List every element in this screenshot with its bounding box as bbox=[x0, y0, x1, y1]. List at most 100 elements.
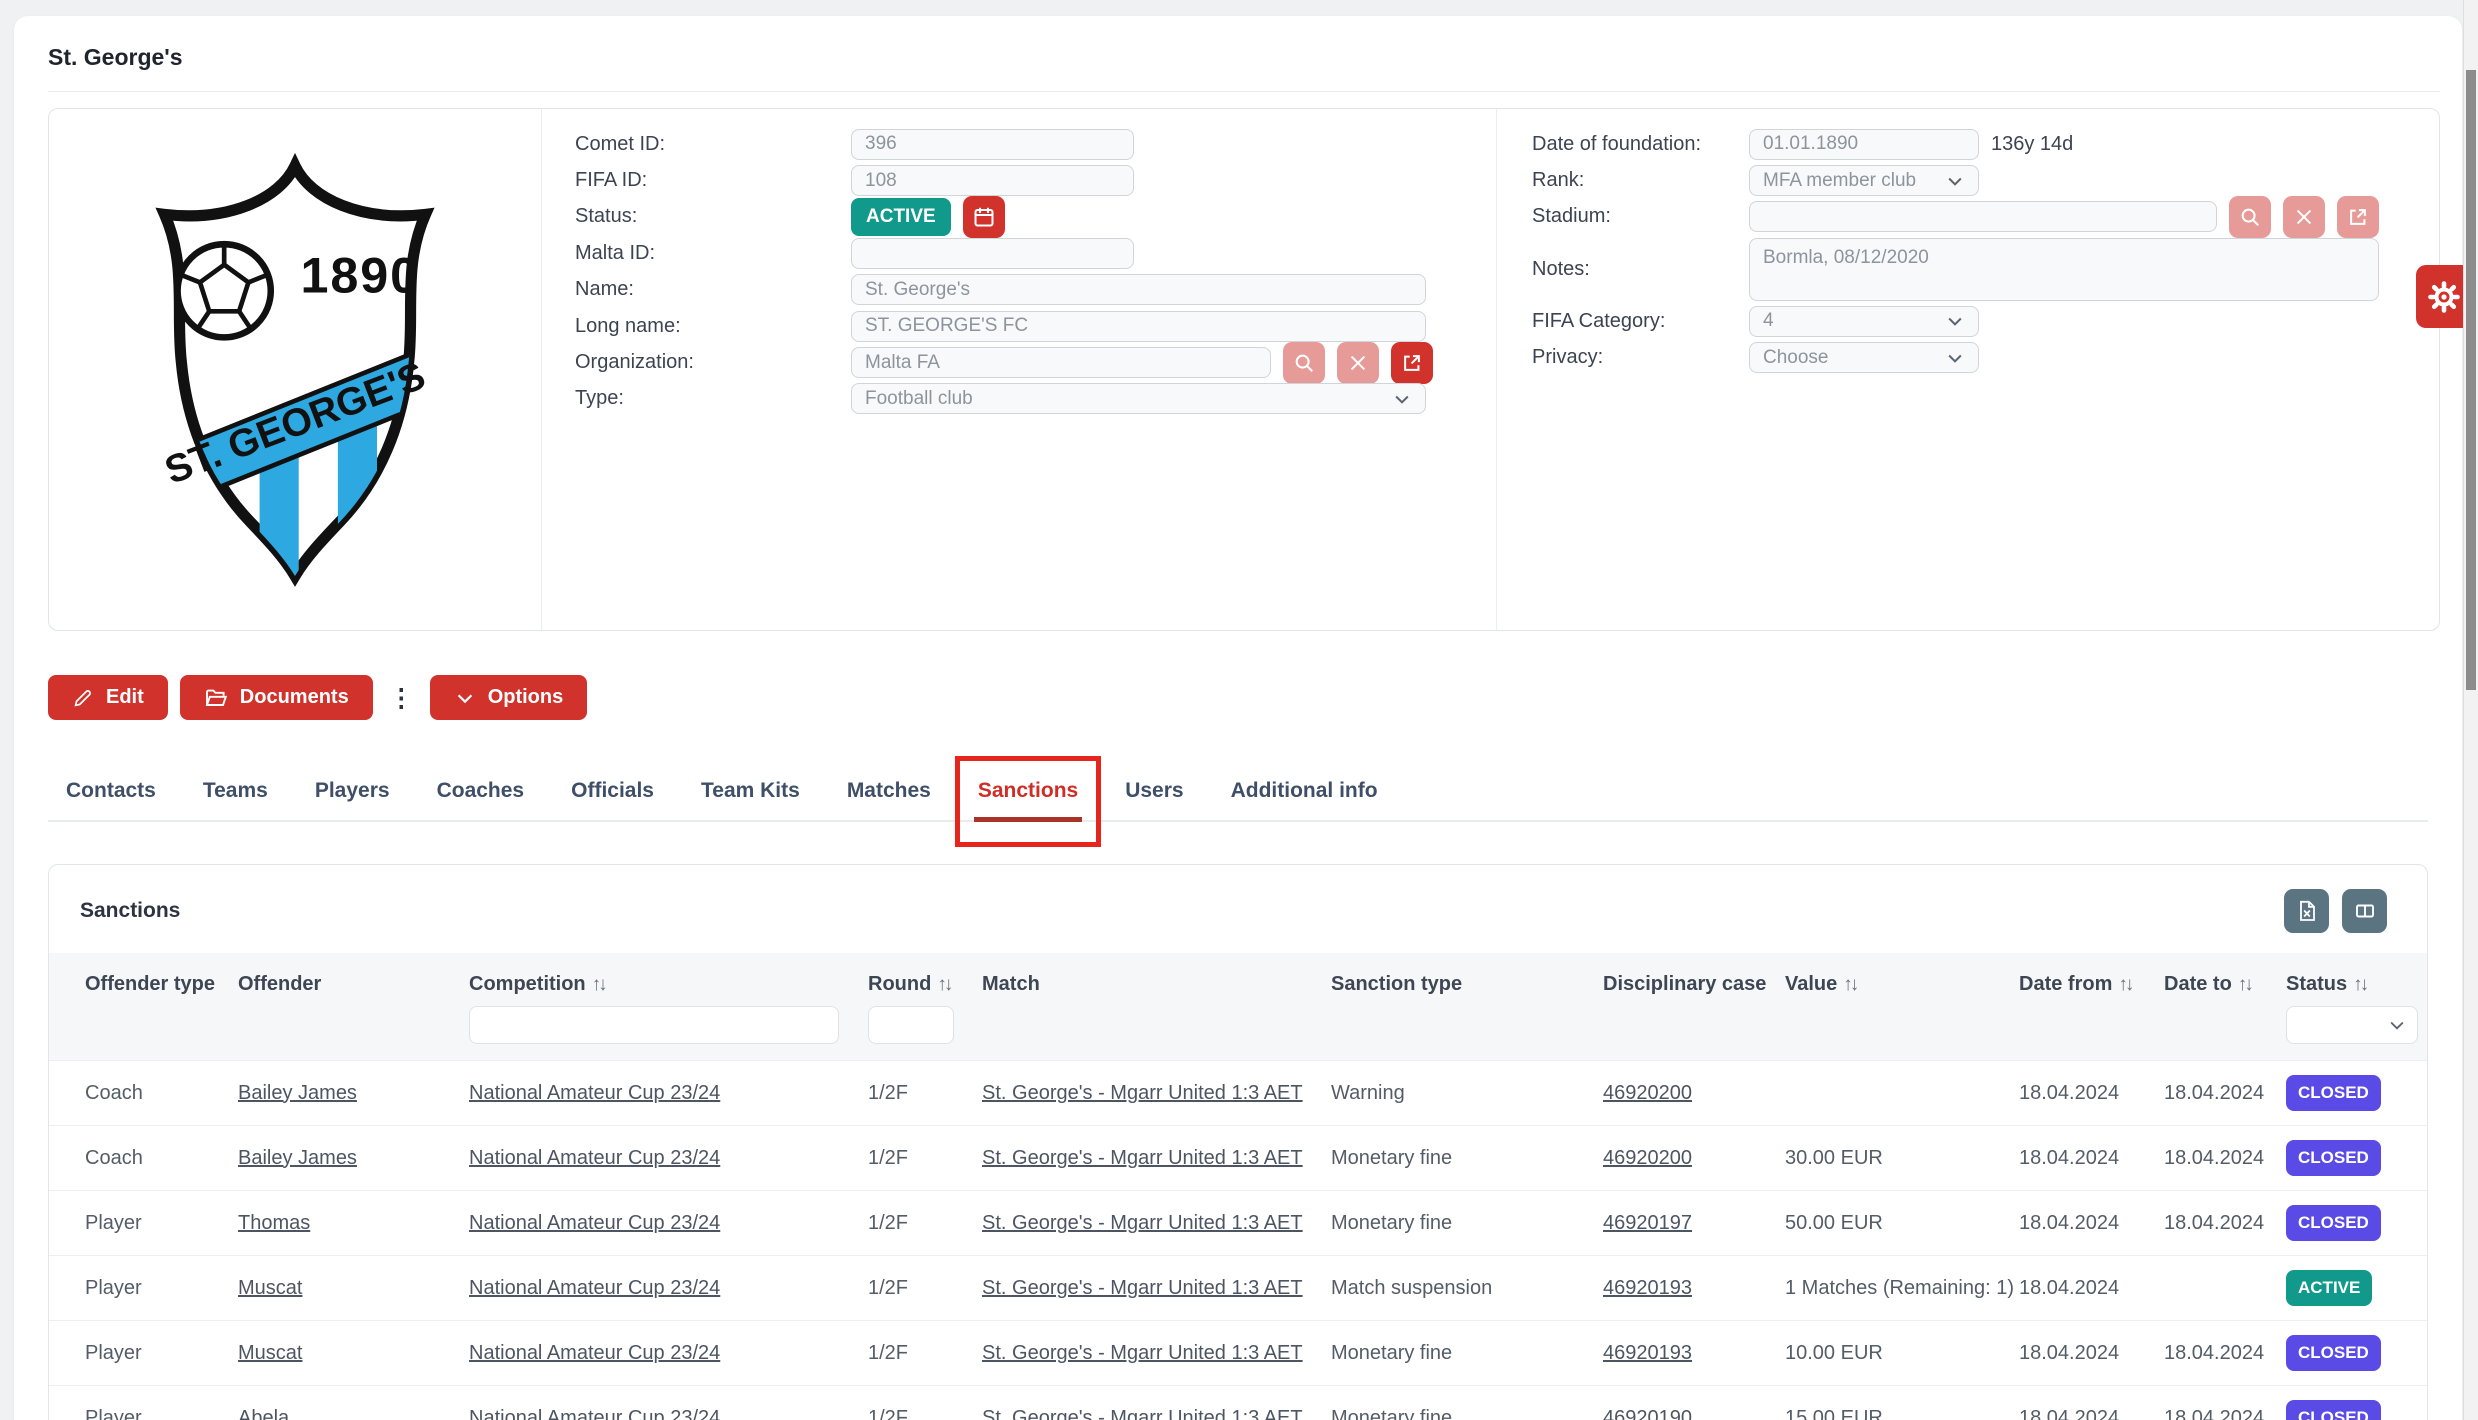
match-link[interactable]: St. George's - Mgarr United 1:3 AET bbox=[982, 1342, 1303, 1364]
organization-field[interactable]: Malta FA bbox=[851, 347, 1271, 378]
col-match: Match bbox=[982, 953, 1331, 1000]
competition-filter-input[interactable] bbox=[469, 1006, 839, 1044]
stadium-search-button[interactable] bbox=[2229, 196, 2271, 238]
col-round[interactable]: Round↑↓ bbox=[868, 953, 982, 1000]
tab-coaches[interactable]: Coaches bbox=[437, 766, 525, 820]
actions-row: Edit Documents ⋮ Options bbox=[48, 675, 2440, 720]
match-link[interactable]: St. George's - Mgarr United 1:3 AET bbox=[982, 1147, 1303, 1169]
external-link-icon bbox=[2347, 206, 2369, 228]
offender-link[interactable]: Bailey James bbox=[238, 1082, 357, 1104]
page-scrollbar[interactable] bbox=[2463, 0, 2478, 1420]
match-link[interactable]: St. George's - Mgarr United 1:3 AET bbox=[982, 1407, 1303, 1420]
offender-link[interactable]: Thomas bbox=[238, 1212, 310, 1234]
offender-link[interactable]: Bailey James bbox=[238, 1147, 357, 1169]
competition-link[interactable]: National Amateur Cup 23/24 bbox=[469, 1212, 720, 1234]
disciplinary-case-link[interactable]: 46920197 bbox=[1603, 1212, 1692, 1234]
club-logo: ST. GEORGE'S 1890 bbox=[49, 109, 542, 630]
fifa-id-label: FIFA ID: bbox=[542, 169, 851, 192]
tab-matches[interactable]: Matches bbox=[847, 766, 931, 820]
disciplinary-case-link[interactable]: 46920200 bbox=[1603, 1147, 1692, 1169]
status-history-button[interactable] bbox=[963, 196, 1005, 238]
malta-id-label: Malta ID: bbox=[542, 242, 851, 265]
col-status[interactable]: Status↑↓ bbox=[2286, 953, 2428, 1000]
disciplinary-case-link[interactable]: 46920190 bbox=[1603, 1407, 1692, 1420]
date-to-cell: 18.04.2024 bbox=[2164, 1407, 2264, 1420]
col-date-from[interactable]: Date from↑↓ bbox=[2019, 953, 2164, 1000]
sort-icon[interactable]: ↑↓ bbox=[592, 974, 605, 995]
col-value[interactable]: Value↑↓ bbox=[1785, 953, 2019, 1000]
match-link[interactable]: St. George's - Mgarr United 1:3 AET bbox=[982, 1082, 1303, 1104]
stadium-field[interactable] bbox=[1749, 201, 2217, 232]
documents-button[interactable]: Documents bbox=[180, 675, 373, 720]
rank-select-value: MFA member club bbox=[1763, 170, 1916, 192]
edit-button[interactable]: Edit bbox=[48, 675, 168, 720]
competition-link[interactable]: National Amateur Cup 23/24 bbox=[469, 1277, 720, 1299]
stadium-clear-button[interactable] bbox=[2283, 196, 2325, 238]
table-header-row: Offender type Offender Competition↑↓ Rou… bbox=[49, 953, 2428, 1000]
rank-select[interactable]: MFA member club bbox=[1749, 165, 1979, 196]
sort-icon[interactable]: ↑↓ bbox=[1843, 974, 1856, 995]
competition-link[interactable]: National Amateur Cup 23/24 bbox=[469, 1082, 720, 1104]
more-actions-dots-icon[interactable]: ⋮ bbox=[389, 683, 414, 713]
svg-text:1890: 1890 bbox=[301, 246, 420, 303]
malta-id-field[interactable] bbox=[851, 238, 1134, 269]
edit-button-label: Edit bbox=[106, 686, 144, 709]
offender-link[interactable]: Abela bbox=[238, 1407, 289, 1420]
competition-link[interactable]: National Amateur Cup 23/24 bbox=[469, 1407, 720, 1420]
tab-users[interactable]: Users bbox=[1125, 766, 1183, 820]
sort-icon[interactable]: ↑↓ bbox=[2118, 974, 2131, 995]
match-link[interactable]: St. George's - Mgarr United 1:3 AET bbox=[982, 1212, 1303, 1234]
foundation-date-field[interactable]: 01.01.1890 bbox=[1749, 129, 1979, 160]
privacy-select[interactable]: Choose bbox=[1749, 342, 1979, 373]
offender-link[interactable]: Muscat bbox=[238, 1277, 302, 1299]
scrollbar-thumb[interactable] bbox=[2466, 70, 2476, 690]
comet-id-field[interactable]: 396 bbox=[851, 129, 1134, 160]
sort-icon[interactable]: ↑↓ bbox=[2353, 974, 2366, 995]
club-info-panel: ST. GEORGE'S 1890 Comet ID: 396 FIFA ID:… bbox=[48, 108, 2440, 631]
type-select[interactable]: Football club bbox=[851, 383, 1426, 414]
row-status-badge: CLOSED bbox=[2286, 1140, 2381, 1176]
organization-clear-button[interactable] bbox=[1337, 342, 1379, 384]
date-from-cell: 18.04.2024 bbox=[2019, 1082, 2119, 1104]
competition-link[interactable]: National Amateur Cup 23/24 bbox=[469, 1147, 720, 1169]
tab-contacts[interactable]: Contacts bbox=[66, 766, 156, 820]
disciplinary-case-link[interactable]: 46920200 bbox=[1603, 1082, 1692, 1104]
competition-link[interactable]: National Amateur Cup 23/24 bbox=[469, 1342, 720, 1364]
sort-icon[interactable]: ↑↓ bbox=[2238, 974, 2251, 995]
col-competition[interactable]: Competition↑↓ bbox=[469, 953, 868, 1000]
organization-search-button[interactable] bbox=[1283, 342, 1325, 384]
fifa-category-select[interactable]: 4 bbox=[1749, 306, 1979, 337]
organization-open-button[interactable] bbox=[1391, 342, 1433, 384]
page-title: St. George's bbox=[48, 44, 2440, 71]
name-label: Name: bbox=[542, 278, 851, 301]
status-filter-select[interactable] bbox=[2286, 1006, 2418, 1044]
stadium-open-button[interactable] bbox=[2337, 196, 2379, 238]
disciplinary-case-link[interactable]: 46920193 bbox=[1603, 1342, 1692, 1364]
long-name-field[interactable]: ST. GEORGE'S FC bbox=[851, 311, 1426, 342]
offender-link[interactable]: Muscat bbox=[238, 1342, 302, 1364]
tab-teams[interactable]: Teams bbox=[203, 766, 268, 820]
export-excel-button[interactable] bbox=[2284, 889, 2329, 933]
columns-toggle-button[interactable] bbox=[2342, 889, 2387, 933]
tab-team-kits[interactable]: Team Kits bbox=[701, 766, 800, 820]
disciplinary-case-link[interactable]: 46920193 bbox=[1603, 1277, 1692, 1299]
options-button[interactable]: Options bbox=[430, 675, 588, 720]
tab-additional-info[interactable]: Additional info bbox=[1231, 766, 1378, 820]
date-from-cell: 18.04.2024 bbox=[2019, 1277, 2119, 1299]
tab-officials[interactable]: Officials bbox=[571, 766, 654, 820]
col-date-to[interactable]: Date to↑↓ bbox=[2164, 953, 2286, 1000]
tab-players[interactable]: Players bbox=[315, 766, 390, 820]
tab-sanctions[interactable]: Sanctions bbox=[978, 766, 1078, 820]
tab-label: Matches bbox=[847, 779, 931, 802]
round-cell: 1/2F bbox=[868, 1082, 908, 1104]
fifa-id-field[interactable]: 108 bbox=[851, 165, 1134, 196]
name-field[interactable]: St. George's bbox=[851, 274, 1426, 305]
gear-icon bbox=[2426, 279, 2462, 315]
match-link[interactable]: St. George's - Mgarr United 1:3 AET bbox=[982, 1277, 1303, 1299]
round-filter-input[interactable] bbox=[868, 1006, 954, 1044]
club-crest-image: ST. GEORGE'S 1890 bbox=[127, 151, 463, 589]
club-fields-right: Date of foundation: 01.01.1890 136y 14d … bbox=[1497, 109, 2439, 630]
comet-id-label: Comet ID: bbox=[542, 133, 851, 156]
sort-icon[interactable]: ↑↓ bbox=[937, 974, 950, 995]
notes-field[interactable]: Bormla, 08/12/2020 bbox=[1749, 238, 2379, 301]
